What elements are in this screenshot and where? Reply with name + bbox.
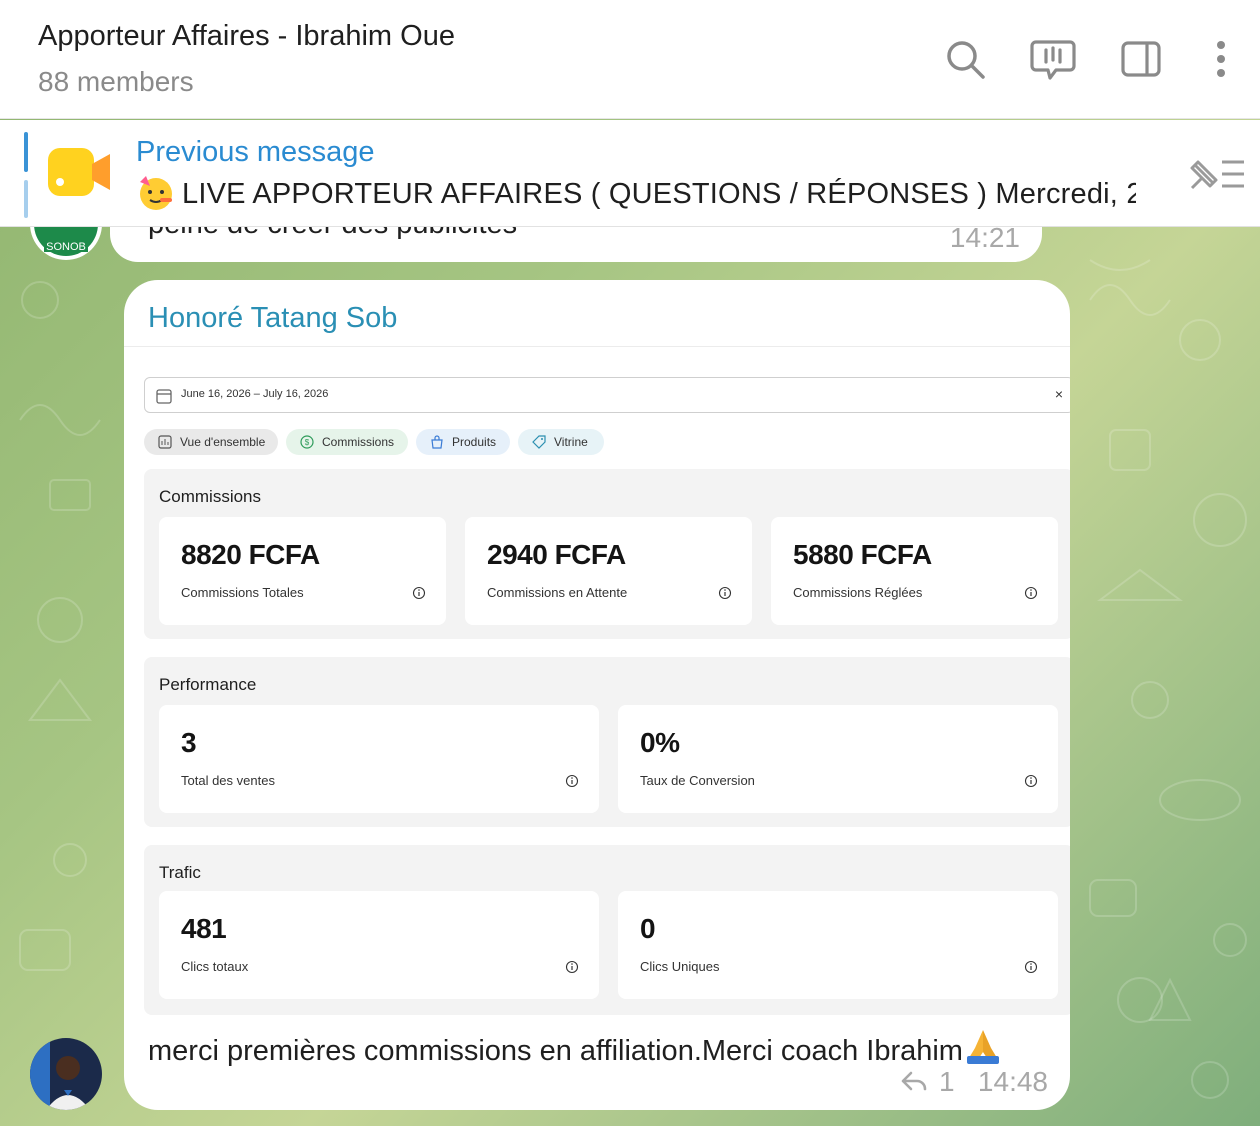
info-icon (1024, 960, 1038, 974)
stat-value: 0 (640, 913, 656, 944)
member-count: 88 members (38, 66, 194, 97)
reply-count[interactable]: 1 (939, 1066, 955, 1097)
sender-name[interactable]: Honoré Tatang Sob (148, 302, 397, 335)
coin-icon: $ (300, 435, 314, 449)
tab-products: Produits (416, 429, 510, 455)
stat-label: Taux de Conversion (640, 773, 755, 788)
tab-storefront: Vitrine (518, 429, 604, 455)
avatar[interactable] (30, 1038, 102, 1110)
pinned-text-row: LIVE APPORTEUR AFFAIRES ( QUESTIONS / RÉ… (136, 172, 1136, 212)
tab-label: Produits (452, 435, 497, 449)
date-range-text: June 16, 2026 – July 16, 2026 (181, 388, 329, 400)
tab-commissions: $ Commissions (286, 429, 408, 455)
folded-hands-icon (963, 1026, 1003, 1066)
pinned-message-bar[interactable]: Previous message LIVE APPORTEUR AFFAIRES… (0, 120, 1260, 227)
svg-text:$: $ (305, 438, 310, 447)
avatar-label: SONOB (46, 241, 86, 253)
tab-label: Commissions (322, 435, 395, 449)
video-camera-icon (46, 144, 112, 200)
bag-icon (430, 435, 444, 449)
info-icon (718, 586, 732, 600)
info-icon (412, 586, 426, 600)
info-icon (1024, 774, 1038, 788)
party-face-icon (136, 172, 176, 212)
message-text: merci premières commissions en affiliati… (148, 1035, 963, 1067)
stat-card: 8820 FCFA Commissions Totales (159, 517, 446, 625)
section-title: Commissions (159, 487, 262, 506)
info-icon (565, 960, 579, 974)
traffic-section: Trafic 481 Clics totaux 0 Clics Uniques (144, 845, 1070, 1015)
stat-label: Clics Uniques (640, 959, 720, 974)
stat-label: Commissions Totales (181, 585, 304, 600)
info-icon (1024, 586, 1038, 600)
message-text-row: merci premières commissions en affiliati… (148, 1026, 1003, 1068)
chart-icon (158, 435, 172, 449)
stat-label: Commissions Réglées (793, 585, 923, 600)
pinned-label: Previous message (136, 136, 375, 168)
reply-icon[interactable] (901, 1068, 929, 1092)
stat-card: 3 Total des ventes (159, 705, 599, 813)
stat-value: 481 (181, 913, 227, 944)
sidebar-toggle-icon[interactable] (1118, 36, 1164, 82)
attached-screenshot[interactable]: June 16, 2026 – July 16, 2026 × Vue d'en… (124, 346, 1070, 1016)
stat-label: Commissions en Attente (487, 585, 628, 600)
chat-title[interactable]: Apporteur Affaires - Ibrahim Oue (38, 20, 455, 53)
stat-card: 481 Clics totaux (159, 891, 599, 999)
performance-section: Performance 3 Total des ventes 0% Taux d… (144, 657, 1070, 827)
stat-value: 8820 FCFA (181, 539, 320, 570)
stat-value: 0% (640, 727, 680, 758)
date-range-field: June 16, 2026 – July 16, 2026 × (144, 377, 1070, 413)
stat-value: 5880 FCFA (793, 539, 932, 570)
stat-card: 5880 FCFA Commissions Réglées (771, 517, 1058, 625)
stat-card: 0 Clics Uniques (618, 891, 1058, 999)
tab-label: Vitrine (554, 435, 588, 449)
stat-card: 0% Taux de Conversion (618, 705, 1058, 813)
tab-overview: Vue d'ensemble (144, 429, 278, 455)
pinned-text: LIVE APPORTEUR AFFAIRES ( QUESTIONS / RÉ… (182, 178, 1136, 210)
stat-label: Clics totaux (181, 959, 249, 974)
search-icon[interactable] (942, 36, 988, 82)
tab-label: Vue d'ensemble (180, 435, 266, 449)
section-title: Performance (159, 675, 257, 694)
message-time: 14:48 (977, 1066, 1048, 1097)
stat-value: 2940 FCFA (487, 539, 626, 570)
stat-label: Total des ventes (181, 773, 275, 788)
stat-value: 3 (181, 727, 197, 758)
info-icon (565, 774, 579, 788)
chat-header: Apporteur Affaires - Ibrahim Oue 88 memb… (0, 0, 1260, 119)
pinned-indicator (24, 132, 28, 218)
stat-card: 2940 FCFA Commissions en Attente (465, 517, 752, 625)
calendar-icon (155, 387, 173, 405)
tag-icon (532, 435, 546, 449)
pinned-list-icon[interactable] (1184, 154, 1246, 194)
clear-date-icon: × (1054, 386, 1063, 402)
commissions-section: Commissions 8820 FCFA Commissions Totale… (144, 469, 1070, 639)
section-title: Trafic (159, 863, 201, 882)
message-meta: 1 14:48 (901, 1066, 1048, 1098)
message-bubble[interactable]: Honoré Tatang Sob June 16, 2026 – July 1… (124, 280, 1070, 1110)
live-stream-icon[interactable] (1030, 36, 1076, 82)
more-vertical-icon[interactable] (1198, 36, 1244, 82)
